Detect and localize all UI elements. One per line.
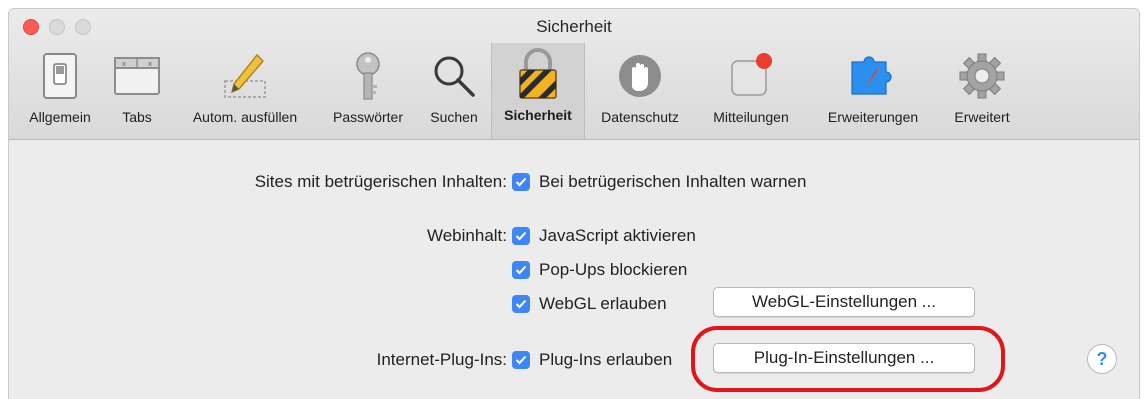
tabs-icon: x x — [109, 51, 165, 101]
hand-icon — [612, 51, 668, 101]
checkmark-icon — [515, 177, 527, 187]
popups-checkbox[interactable] — [512, 261, 530, 279]
tab-passwords[interactable]: Passwörter — [321, 45, 415, 137]
tab-tabs[interactable]: x x Tabs — [111, 45, 163, 137]
tab-label: Erweiterungen — [827, 109, 919, 125]
plugins-allow-label: Plug-Ins erlauben — [539, 350, 673, 369]
red-highlight-annotation — [691, 326, 1005, 392]
general-switch-icon — [32, 51, 88, 101]
puzzle-compass-icon — [845, 51, 901, 101]
preferences-toolbar: Allgemein x x Tabs Autom. ausfüllen Pass… — [9, 43, 1139, 139]
webgl-settings-button[interactable]: WebGL-Einstellungen ... — [713, 287, 975, 317]
checkmark-icon — [515, 231, 527, 241]
tab-allgemein[interactable]: Allgemein — [15, 45, 105, 137]
checkmark-icon — [515, 265, 527, 275]
preferences-window: Sicherheit Allgemein x x Tabs Autom. aus… — [8, 8, 1140, 399]
javascript-label: JavaScript aktivieren — [539, 226, 696, 245]
javascript-checkbox[interactable] — [512, 227, 530, 245]
tab-sicherheit[interactable]: Sicherheit — [491, 43, 585, 139]
fraud-label: Sites mit betrügerischen Inhalten: — [254, 172, 507, 191]
tab-label: Erweitert — [954, 109, 1010, 125]
tab-autofill[interactable]: Autom. ausfüllen — [171, 45, 319, 137]
fraud-warning-label: Bei betrügerischen Inhalten warnen — [539, 172, 807, 191]
tab-extensions[interactable]: Erweiterungen — [809, 45, 937, 137]
padlock-icon — [510, 48, 566, 99]
tab-label: Passwörter — [332, 109, 404, 125]
svg-text:x: x — [148, 60, 152, 68]
tab-advanced[interactable]: Erweitert — [941, 45, 1023, 137]
key-icon — [340, 51, 396, 101]
svg-text:x: x — [122, 60, 126, 68]
tab-label: Datenschutz — [601, 109, 679, 125]
plugins-label: Internet-Plug-Ins: — [376, 350, 507, 369]
tab-notifications[interactable]: Mitteilungen — [699, 45, 803, 137]
tab-label: Allgemein — [29, 109, 91, 125]
help-button[interactable]: ? — [1087, 344, 1117, 374]
pencil-icon — [217, 51, 273, 101]
webgl-label: WebGL erlauben — [539, 294, 667, 313]
webcontent-label: Webinhalt: — [426, 226, 507, 245]
tab-label: Tabs — [122, 109, 152, 125]
plugins-checkbox[interactable] — [512, 351, 530, 369]
checkmark-icon — [515, 299, 527, 309]
security-pane: Sites mit betrügerischen Inhalten: Bei b… — [9, 140, 1139, 399]
webgl-checkbox[interactable] — [512, 295, 530, 313]
fraud-warning-checkbox[interactable] — [512, 173, 530, 191]
notification-badge-icon — [723, 51, 779, 101]
window-title: Sicherheit — [536, 17, 612, 36]
tab-label: Autom. ausfüllen — [192, 109, 298, 125]
magnifier-icon — [426, 51, 482, 101]
title-bar: Sicherheit Allgemein x x Tabs Autom. aus… — [9, 9, 1139, 140]
gear-icon — [954, 51, 1010, 101]
checkmark-icon — [515, 355, 527, 365]
tab-search[interactable]: Suchen — [419, 45, 489, 137]
tab-label: Sicherheit — [504, 107, 572, 123]
tab-label: Mitteilungen — [713, 109, 789, 125]
tab-privacy[interactable]: Datenschutz — [587, 45, 693, 137]
tab-label: Suchen — [430, 109, 478, 125]
popups-label: Pop-Ups blockieren — [539, 260, 688, 279]
